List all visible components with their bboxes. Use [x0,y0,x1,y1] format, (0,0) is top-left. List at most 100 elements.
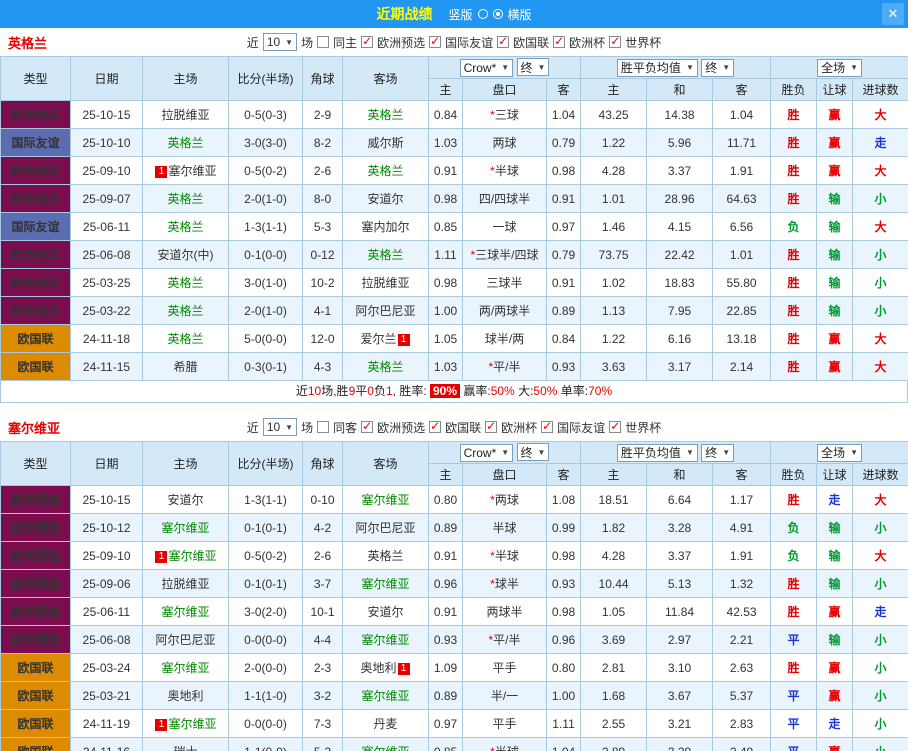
let-result-cell: 输 [816,569,854,598]
avg-away-cell: 5.37 [712,681,772,710]
avg-home-cell: 1.05 [580,597,648,626]
radio-vertical[interactable] [477,9,488,19]
match-row: 欧洲预选 25-10-15 安道尔 1-3(1-1) 0-10 塞尔维亚 0.80 *两球 1.… [0,485,908,514]
corner-cell: 2-9 [302,100,343,129]
result-cell: 负 [770,513,818,542]
handicap-text: 三球 [494,108,519,122]
filter-checkbox[interactable] [317,421,330,433]
col-header-goals: 进球数 [852,463,908,486]
avg-away-cell: 2.21 [712,625,772,654]
team-name-text: 塞尔维亚 [161,605,210,619]
team-name-text: 塞尔维亚 [161,661,210,675]
league-cell: 欧洲预选 [0,597,71,626]
odds-company-select[interactable]: Crow* ▼ [459,443,514,462]
scope-select[interactable]: 全场 ▼ [817,443,862,462]
handicap-text: 球半 [494,577,519,591]
radio-horizontal[interactable] [492,9,503,19]
filter-row: 英格兰 近 10 ▼ 场 同主 欧洲预选 国际友谊 欧国联 欧洲杯 世界杯 [0,28,908,56]
result-cell: 胜 [770,324,818,353]
corner-cell: 0-10 [302,485,343,514]
result-cell: 胜 [770,296,818,325]
corner-cell: 10-1 [302,597,343,626]
odds-final-select[interactable]: 终 ▼ [516,443,550,462]
rank-badge: 1 [397,334,410,346]
corner-cell: 3-2 [302,681,343,710]
filter-checkbox[interactable] [361,34,374,48]
away-team-cell: 丹麦 [342,709,429,738]
avg-draw-cell: 3.29 [646,737,714,751]
team-name-text: 拉脱维亚 [161,577,210,591]
filter-checkbox[interactable] [609,34,622,48]
date-cell: 25-06-11 [70,597,143,626]
filter-checkbox[interactable] [541,419,554,433]
home-team-cell: 希腊 [142,352,229,381]
close-icon[interactable]: ✕ [882,3,904,25]
score-cell: 0-3(0-1) [228,352,303,381]
corner-cell: 4-4 [302,625,343,654]
away-team-cell: 塞尔维亚 [342,737,429,751]
team-name-text: 丹麦 [373,717,398,731]
summary-segment: 0 [367,384,374,398]
match-row: 欧洲预选 25-09-10 1 塞尔维亚 0-5(0-2) 2-6 英格兰 0.91 *半球 0.… [0,541,908,570]
filter-same-label: 同主 [333,35,358,50]
league-cell: 欧洲预选 [0,100,71,129]
team-name-text: 塞尔维亚 [168,549,217,563]
page-title: 近期战绩 [376,6,433,22]
summary-segment: 50% [490,384,515,398]
team-name-text: 安道尔 [367,605,404,619]
team-name-text: 阿尔巴尼亚 [355,521,416,535]
matches-table: 类型 日期 主场 比分(半场) 角球 客场 Crow* ▼ 终 ▼ 胜平负均值 ▼ 终… [0,56,908,381]
odds-final-select[interactable]: 终 ▼ [516,58,550,77]
avg-home-cell: 1.02 [580,268,648,297]
league-cell: 欧国联 [0,709,71,738]
filter-controls: 近 10 ▼ 场 同主 欧洲预选 国际友谊 欧国联 欧洲杯 世界杯 [247,33,661,51]
corner-cell: 5-3 [302,737,343,751]
avg-draw-cell: 3.37 [646,156,714,185]
result-cell: 胜 [770,569,818,598]
match-count-select[interactable]: 10 ▼ [262,33,298,51]
match-row: 国际友谊 25-10-10 英格兰 3-0(3-0) 8-2 威尔斯 1.03 两球 0.79 1… [0,128,908,157]
filter-checkbox[interactable] [497,34,510,48]
date-cell: 25-06-08 [70,625,143,654]
away-team-cell: 塞尔维亚 [342,681,429,710]
home-team-cell: 阿尔巴尼亚 [142,625,229,654]
avg-home-cell: 2.89 [580,737,648,751]
avg-draw-cell: 6.16 [646,324,714,353]
date-cell: 25-10-10 [70,128,143,157]
let-result-cell: 输 [816,268,854,297]
select-value: 全场 [821,446,846,460]
odds-company-select[interactable]: Crow* ▼ [459,58,514,77]
filter-checkbox[interactable] [429,34,442,48]
avg-final-select[interactable]: 终 ▼ [701,443,735,462]
date-cell: 24-11-15 [70,352,143,381]
filter-league-label: 欧国联 [445,420,482,435]
avg-draw-cell: 22.42 [646,240,714,269]
away-odds-cell: 0.93 [545,352,582,381]
avg-home-cell: 1.22 [580,324,648,353]
goals-result-cell: 大 [852,156,908,185]
scope-select[interactable]: 全场 ▼ [817,58,862,77]
summary-segment: 单率: [557,384,589,398]
corner-cell: 12-0 [302,324,343,353]
avg-final-select[interactable]: 终 ▼ [701,58,735,77]
filter-checkbox[interactable] [553,34,566,48]
avg-type-select[interactable]: 胜平负均值 ▼ [616,443,698,462]
avg-type-select[interactable]: 胜平负均值 ▼ [616,58,698,77]
col-header-home: 主场 [142,441,229,486]
score-cell: 0-0(0-0) [228,709,303,738]
handicap-text: 平/半 [493,360,521,374]
away-odds-cell: 0.97 [545,212,582,241]
league-cell: 欧国联 [0,737,71,751]
filter-checkbox[interactable] [361,419,374,433]
result-cell: 胜 [770,653,818,682]
match-row: 欧国联 24-11-18 英格兰 5-0(0-0) 12-0 爱尔兰 1 1.05 球半/两 0.… [0,324,908,353]
filter-checkbox[interactable] [609,419,622,433]
match-count-select[interactable]: 10 ▼ [262,418,298,436]
filter-checkbox[interactable] [317,36,330,48]
home-team-cell: 奥地利 [142,681,229,710]
filter-league-label: 世界杯 [625,35,662,50]
filter-checkbox[interactable] [485,419,498,433]
filter-checkbox[interactable] [429,419,442,433]
home-team-cell: 塞尔维亚 [142,597,229,626]
goals-result-cell: 小 [852,681,908,710]
